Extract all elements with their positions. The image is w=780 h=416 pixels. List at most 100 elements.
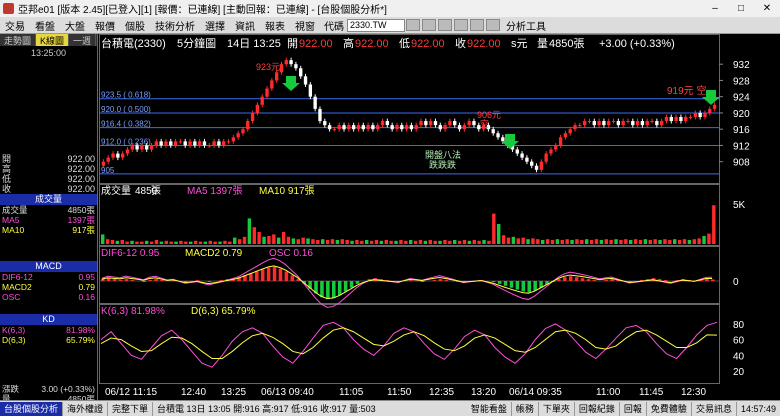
volume-bar bbox=[409, 240, 413, 244]
macd-osc-bar bbox=[586, 279, 591, 281]
candle-body bbox=[515, 149, 519, 154]
menu-item-trade[interactable]: 交易 bbox=[0, 18, 30, 33]
close-button[interactable]: ✕ bbox=[754, 3, 780, 14]
volume-bar bbox=[174, 241, 178, 244]
candle-body bbox=[318, 108, 322, 122]
macd-osc-label: OSC 0.16 bbox=[269, 248, 313, 259]
smart-watch-button[interactable]: 智能看盤 bbox=[467, 401, 512, 416]
volume-bar bbox=[281, 232, 286, 244]
status-tab-warrants[interactable]: 海外權證 bbox=[63, 401, 109, 416]
volume-bar bbox=[658, 240, 662, 244]
tab-week[interactable]: 一週 bbox=[69, 34, 97, 46]
annotation-right: 919元 空 bbox=[667, 84, 706, 97]
volume-bar bbox=[140, 241, 144, 244]
fib-label: 916.4 ( 0.382) bbox=[101, 120, 151, 129]
toolbar-icon-4[interactable] bbox=[454, 19, 468, 31]
candle-body bbox=[140, 145, 144, 150]
candle-body bbox=[621, 121, 625, 126]
trade-message-button[interactable]: 交易訊息 bbox=[692, 401, 737, 416]
menu-item-options[interactable]: 選擇 bbox=[200, 18, 230, 33]
candle-body bbox=[380, 121, 385, 126]
candle-body bbox=[395, 125, 399, 130]
free-trial-button[interactable]: 免費體驗 bbox=[647, 401, 692, 416]
volume-bar bbox=[335, 240, 340, 244]
kd-k-row: K(6,3) 81.98% bbox=[0, 325, 97, 335]
macd-osc-bar bbox=[574, 277, 579, 281]
ind-label: D(6,3) bbox=[2, 335, 26, 345]
candle-body bbox=[222, 141, 226, 146]
macd-osc-bar bbox=[557, 279, 561, 281]
menu-item-technical[interactable]: 技術分析 bbox=[150, 18, 200, 33]
macd-osc-bar bbox=[154, 279, 158, 281]
macd-osc-bar bbox=[284, 271, 289, 281]
chart-svg[interactable]: 台積電(2330) 5分鐘圖 14日 13:25 開 922.00 高 922.00 低 922… bbox=[99, 34, 780, 400]
candle-body bbox=[549, 149, 553, 154]
menu-item-info[interactable]: 資訊 bbox=[230, 18, 260, 33]
candle-body bbox=[188, 141, 192, 146]
candle-body bbox=[703, 112, 707, 117]
ind-value: 0.79 bbox=[78, 282, 95, 292]
status-tab-order[interactable]: 完整下單 bbox=[108, 401, 154, 416]
kd-panel-header: KD bbox=[0, 314, 97, 325]
maximize-button[interactable]: □ bbox=[728, 3, 754, 14]
candle-body bbox=[279, 64, 284, 73]
menu-item-report[interactable]: 報表 bbox=[260, 18, 290, 33]
menu-item-window[interactable]: 視窗 bbox=[290, 18, 320, 33]
chart-vol-value: 4850張 bbox=[549, 37, 584, 50]
status-tab-stock-analysis[interactable]: 台股個股分析 bbox=[0, 401, 64, 416]
volume-bar bbox=[159, 241, 164, 244]
volume-bar bbox=[223, 240, 227, 244]
analysis-tools-menu[interactable]: 分析工具 bbox=[501, 18, 551, 33]
macd-dif-row: DIF6-12 0.95 bbox=[0, 272, 97, 282]
report-button[interactable]: 回報 bbox=[620, 401, 647, 416]
volume-bar bbox=[135, 241, 139, 244]
volume-bar bbox=[482, 240, 486, 244]
volume-bar bbox=[570, 240, 574, 244]
toolbar-icon-3[interactable] bbox=[438, 19, 452, 31]
toolbar-icon-6[interactable] bbox=[486, 19, 500, 31]
volume-bar bbox=[677, 240, 682, 244]
toolbar-icon-2[interactable] bbox=[422, 19, 436, 31]
volume-bar bbox=[149, 241, 154, 244]
menu-item-watch[interactable]: 看盤 bbox=[30, 18, 60, 33]
bar-time: 13:25:00 bbox=[30, 48, 67, 58]
toolbar-icon-1[interactable] bbox=[406, 19, 420, 31]
chart-area[interactable]: 台積電(2330) 5分鐘圖 14日 13:25 開 922.00 高 922.00 低 922… bbox=[99, 34, 780, 400]
minimize-button[interactable]: – bbox=[702, 3, 728, 14]
order-folder-button[interactable]: 下單夾 bbox=[539, 401, 575, 416]
volume-bar bbox=[257, 232, 261, 244]
candle-body bbox=[496, 133, 500, 138]
quote-value: 922.00 bbox=[67, 184, 95, 194]
tab-intraday[interactable]: 走勢圖 bbox=[0, 34, 37, 46]
ind-label: MA5 bbox=[2, 215, 20, 225]
volume-bar bbox=[638, 240, 643, 244]
macd-osc-bar bbox=[183, 281, 188, 282]
report-log-button[interactable]: 回報紀錄 bbox=[575, 401, 620, 416]
tab-kline[interactable]: K線圖 bbox=[36, 34, 70, 46]
volume-bar bbox=[164, 240, 168, 244]
toolbar-icon-5[interactable] bbox=[470, 19, 484, 31]
candle-body bbox=[347, 125, 351, 130]
macd-osc-bar bbox=[491, 281, 496, 282]
volume-bar bbox=[682, 239, 687, 244]
left-tabs: 走勢圖 K線圖 一週 bbox=[0, 34, 97, 46]
volume-bar bbox=[301, 237, 305, 244]
volume-bar bbox=[154, 240, 159, 244]
candle-body bbox=[611, 121, 616, 123]
macd-osc-bar bbox=[195, 280, 200, 281]
candle-body bbox=[294, 64, 298, 69]
menu-item-stock[interactable]: 個股 bbox=[120, 18, 150, 33]
chart-low-value: 922.00 bbox=[411, 38, 445, 50]
candle-body bbox=[563, 133, 568, 138]
stock-code-input[interactable] bbox=[347, 18, 405, 32]
kd-tick-label: 80 bbox=[733, 320, 745, 331]
macd-osc-bar bbox=[278, 268, 283, 281]
chart-low-label: 低 bbox=[399, 37, 410, 50]
annotation-mid2: 空 bbox=[480, 118, 489, 129]
account-button[interactable]: 帳務 bbox=[512, 401, 539, 416]
menu-item-market[interactable]: 大盤 bbox=[60, 18, 90, 33]
volume-bar bbox=[624, 239, 628, 244]
volume-bar bbox=[350, 240, 354, 244]
menu-item-quote[interactable]: 報價 bbox=[90, 18, 120, 33]
ind-label: 漲跌 bbox=[2, 384, 20, 394]
